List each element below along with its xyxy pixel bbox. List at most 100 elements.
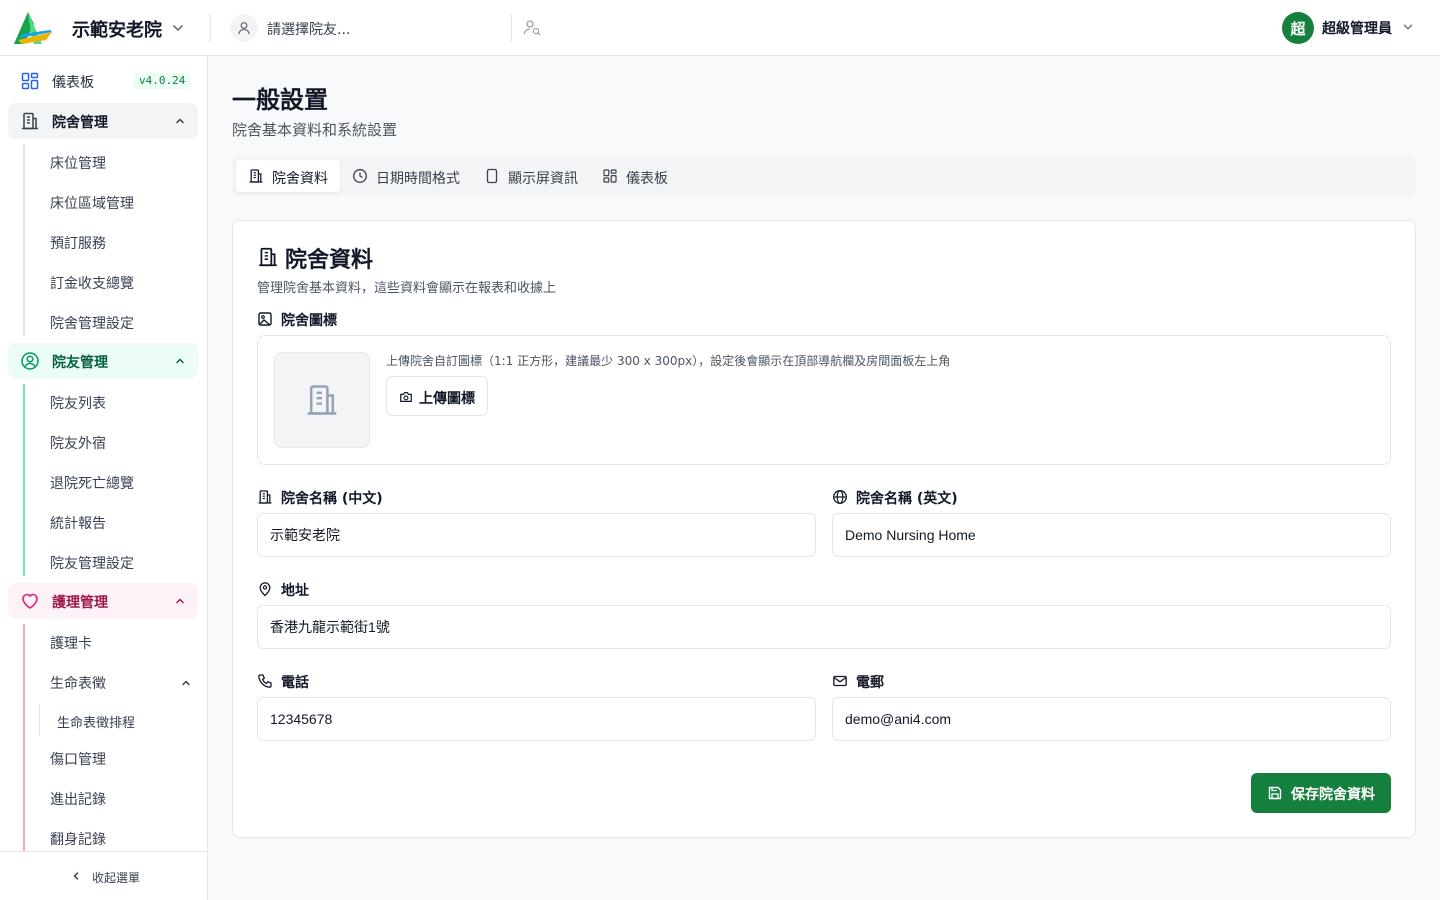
- email-field[interactable]: demo@ani4.com: [832, 697, 1391, 741]
- sidebar-item-bed-management[interactable]: 床位管理: [50, 153, 106, 173]
- divider: [210, 14, 211, 42]
- sidebar-group-label: 院友管理: [52, 355, 108, 371]
- phone-field[interactable]: 12345678: [257, 697, 816, 741]
- globe-icon: [832, 489, 848, 505]
- tab-label: 日期時間格式: [376, 171, 460, 187]
- chevron-up-icon[interactable]: [174, 115, 186, 127]
- user-circle-icon: [20, 351, 40, 371]
- sidebar-item-dashboard[interactable]: 儀表板 v4.0.24: [8, 63, 198, 99]
- avatar[interactable]: 超: [1282, 12, 1314, 44]
- tab-label: 儀表板: [626, 171, 668, 187]
- chevron-left-icon: [70, 870, 82, 882]
- tab-display-info[interactable]: 顯示屏資訊: [472, 160, 588, 192]
- resident-selector-placeholder: 請選擇院友...: [267, 22, 351, 38]
- dashboard-icon: [20, 71, 40, 91]
- sidebar-item-bed-zone[interactable]: 床位區域管理: [50, 193, 134, 213]
- tab-datetime-format[interactable]: 日期時間格式: [340, 160, 468, 192]
- dashboard-icon: [602, 168, 618, 184]
- sidebar-item-label: 生命表徵: [50, 676, 106, 692]
- logo-label: 院舍圖標: [281, 313, 337, 329]
- user-search-icon[interactable]: [522, 18, 542, 38]
- map-pin-icon: [257, 581, 273, 597]
- chevron-up-icon[interactable]: [174, 595, 186, 607]
- chevron-up-icon[interactable]: [180, 677, 192, 689]
- tab-facility-info[interactable]: 院舍資料: [236, 160, 340, 192]
- sidebar-group-label: 院舍管理: [52, 115, 108, 131]
- collapse-menu-label: 收起選單: [92, 871, 141, 885]
- phone-label: 電話: [281, 675, 309, 691]
- resident-selector[interactable]: 請選擇院友...: [230, 13, 510, 43]
- sidebar-item-resident-settings[interactable]: 院友管理設定: [50, 553, 134, 573]
- name-zh-label: 院舍名稱 (中文): [281, 491, 383, 507]
- version-badge: v4.0.24: [133, 73, 192, 89]
- sidebar-item-turning[interactable]: 翻身記錄: [50, 829, 106, 849]
- facility-info-card: 院舍資料 管理院舍基本資料，這些資料會顯示在報表和收據上 院舍圖標 上傳院舍自訂…: [232, 220, 1416, 838]
- sidebar-item-label: 儀表板: [52, 75, 94, 91]
- camera-icon: [399, 390, 413, 404]
- sidebar-group-residents[interactable]: 院友管理: [8, 343, 198, 379]
- sidebar-item-vital-schedule[interactable]: 生命表徵排程: [57, 712, 135, 731]
- sidebar-item-wound[interactable]: 傷口管理: [50, 749, 106, 769]
- tab-label: 院舍資料: [272, 171, 328, 187]
- sidebar-item-booking[interactable]: 預訂服務: [50, 233, 106, 253]
- sidebar-group-facility[interactable]: 院舍管理: [8, 103, 198, 139]
- tablet-icon: [484, 168, 500, 184]
- card-title: 院舍資料: [285, 248, 374, 273]
- name-en-label: 院舍名稱 (英文): [856, 491, 958, 507]
- app-logo[interactable]: [12, 10, 56, 46]
- sidebar-item-facility-settings[interactable]: 院舍管理設定: [50, 313, 134, 333]
- sidebar-group-care[interactable]: 護理管理: [8, 583, 198, 619]
- sub-menu-line: [39, 704, 40, 736]
- divider: [511, 14, 512, 42]
- address-label: 地址: [281, 583, 309, 599]
- sidebar-item-discharge-overview[interactable]: 退院死亡總覽: [50, 473, 134, 493]
- app-title[interactable]: 示範安老院: [72, 16, 162, 42]
- page-title: 一般設置: [232, 86, 328, 114]
- email-label: 電郵: [856, 675, 884, 691]
- sidebar-item-resident-list[interactable]: 院友列表: [50, 393, 106, 413]
- building-icon: [20, 111, 40, 131]
- sidebar-item-care-card[interactable]: 護理卡: [50, 633, 92, 653]
- image-icon: [257, 311, 273, 327]
- user-icon: [230, 14, 258, 42]
- building-icon: [257, 489, 273, 505]
- phone-icon: [257, 673, 273, 689]
- page-subtitle: 院舍基本資料和系統設置: [232, 121, 398, 139]
- user-name[interactable]: 超級管理員: [1322, 18, 1392, 38]
- top-bar: 示範安老院 請選擇院友... 超 超級管理員: [0, 0, 1440, 56]
- sidebar-item-vital-signs[interactable]: 生命表徵: [50, 673, 200, 693]
- logo-hint: 上傳院舍自訂圖標（1:1 正方形，建議最少 300 x 300px），設定後會顯…: [386, 354, 951, 368]
- sidebar-item-in-out[interactable]: 進出記錄: [50, 789, 106, 809]
- settings-tabs: 院舍資料 日期時間格式 顯示屏資訊 儀表板: [232, 156, 1416, 196]
- chevron-down-icon[interactable]: [1401, 20, 1415, 34]
- chevron-down-icon[interactable]: [170, 20, 186, 36]
- sidebar-item-statistics[interactable]: 統計報告: [50, 513, 106, 533]
- clock-icon: [352, 168, 368, 184]
- save-button[interactable]: 保存院舍資料: [1251, 773, 1391, 813]
- tab-dashboard[interactable]: 儀表板: [590, 160, 680, 192]
- card-description: 管理院舍基本資料，這些資料會顯示在報表和收據上: [257, 281, 557, 296]
- logo-preview: [274, 352, 370, 448]
- logo-upload-area: 上傳院舍自訂圖標（1:1 正方形，建議最少 300 x 300px），設定後會顯…: [257, 335, 1391, 465]
- address-field[interactable]: 香港九龍示範街1號: [257, 605, 1391, 649]
- name-zh-field[interactable]: 示範安老院: [257, 513, 816, 557]
- sidebar-item-deposit[interactable]: 訂金收支總覽: [50, 273, 134, 293]
- sub-menu-line: [23, 624, 25, 851]
- sub-menu-line: [23, 384, 25, 576]
- sub-menu-line: [23, 144, 25, 336]
- sidebar: 儀表板 v4.0.24 院舍管理 床位管理 床位區域管理 預訂服務 訂金收支總覽…: [0, 56, 208, 900]
- heart-icon: [20, 591, 40, 611]
- save-icon: [1267, 785, 1283, 801]
- chevron-up-icon[interactable]: [174, 355, 186, 367]
- mail-icon: [832, 673, 848, 689]
- save-button-label: 保存院舍資料: [1291, 787, 1375, 803]
- name-en-field[interactable]: Demo Nursing Home: [832, 513, 1391, 557]
- upload-logo-label: 上傳圖標: [419, 391, 475, 407]
- building-icon: [248, 168, 264, 184]
- building-icon: [307, 385, 337, 415]
- upload-logo-button[interactable]: 上傳圖標: [386, 376, 488, 416]
- tab-label: 顯示屏資訊: [508, 171, 578, 187]
- sidebar-item-resident-leave[interactable]: 院友外宿: [50, 433, 106, 453]
- building-icon: [257, 246, 279, 268]
- collapse-menu-button[interactable]: 收起選單: [0, 851, 207, 900]
